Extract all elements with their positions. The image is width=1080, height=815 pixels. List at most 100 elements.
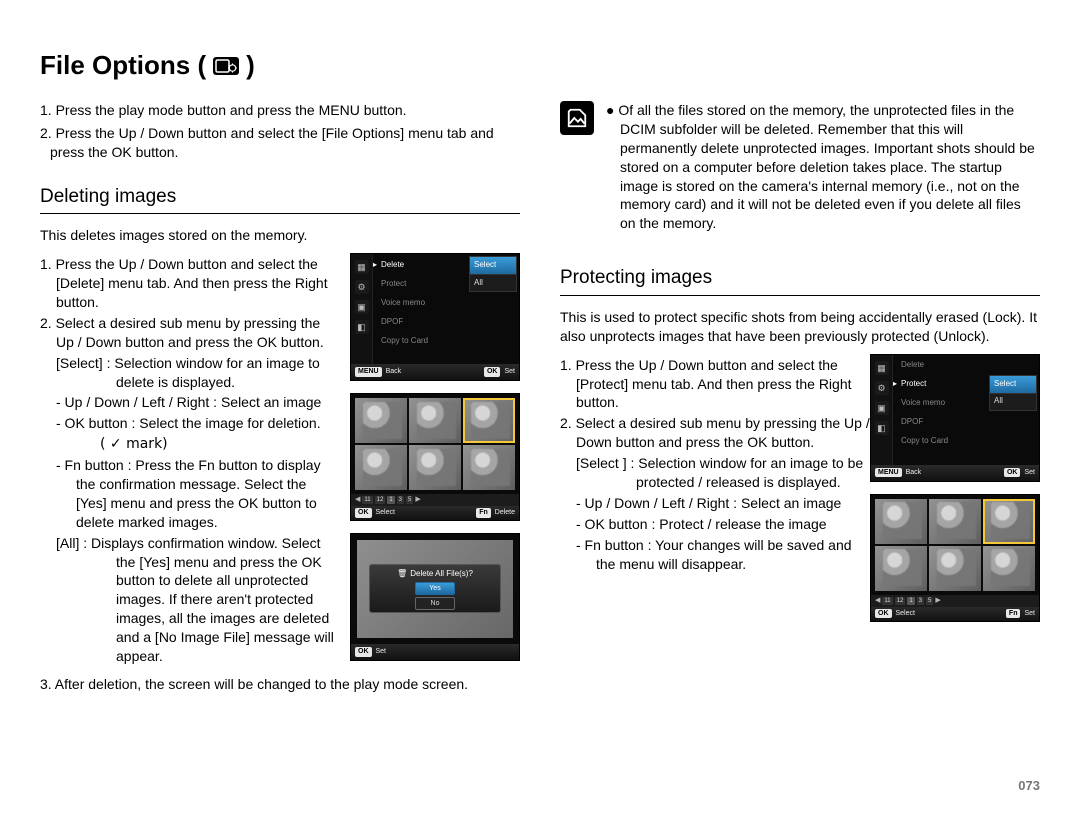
note-text: ● Of all the files stored on the memory,… [606, 101, 1040, 233]
bar-set-label: Set [376, 647, 387, 656]
del-step-3: 3. After deletion, the screen will be ch… [40, 675, 520, 694]
page: 5 [926, 597, 933, 605]
tab-icon: ▣ [875, 401, 889, 415]
menu-item-dpof: DPOF [375, 313, 517, 331]
prot-step-2: 2. Select a desired sub menu by pressing… [560, 414, 870, 452]
key-chip: OK [484, 367, 501, 376]
page: 3 [917, 597, 924, 605]
submenu-select: Select [989, 375, 1037, 393]
deleting-lead: This deletes images stored on the memory… [40, 226, 520, 245]
del-step-1: 1. Press the Up / Down button and select… [40, 255, 340, 312]
left-column: 1. Press the play mode button and press … [40, 101, 520, 696]
note-box: ● Of all the files stored on the memory,… [560, 101, 1040, 235]
bar-back-label: Back [386, 367, 402, 376]
prot-select-def: [Select ] : Selection window for an imag… [560, 454, 870, 492]
note-icon [560, 101, 594, 135]
tab-icon: ⚙ [355, 280, 369, 294]
page-current: 1 [907, 597, 914, 605]
prot-ok: - OK button : Protect / release the imag… [560, 515, 870, 534]
right-column: ● Of all the files stored on the memory,… [560, 101, 1040, 696]
menu-item-delete: Delete [895, 357, 1037, 375]
key-chip: OK [355, 647, 372, 656]
prot-fn: - Fn button : Your changes will be saved… [560, 536, 870, 574]
page: 5 [406, 496, 413, 504]
prot-step-1: 1. Press the Up / Down button and select… [560, 356, 870, 413]
bar-set-label: Set [504, 367, 515, 376]
key-chip: Fn [476, 508, 491, 517]
lcd-protect-select: ◀ 11 12 1 3 5 ▶ OK Select Fn Set [870, 494, 1040, 622]
section-rule [560, 295, 1040, 296]
del-select-def: [Select] : Selection window for an image… [40, 354, 340, 392]
del-ok-mark: ( ✓ mark) [40, 435, 340, 454]
thumb [875, 546, 927, 591]
protecting-heading: Protecting images [560, 265, 1040, 291]
del-step-2: 2. Select a desired sub menu by pressing… [40, 314, 340, 352]
del-ok: - OK button : Select the image for delet… [40, 414, 340, 433]
page: 3 [397, 496, 404, 504]
pager-left-icon: ◀ [355, 495, 360, 504]
title-close: ) [246, 50, 255, 81]
del-all: [All] : Displays confirmation window. Se… [40, 534, 340, 666]
bar-select-label: Select [376, 508, 395, 517]
prot-udlr: - Up / Down / Left / Right : Select an i… [560, 494, 870, 513]
thumb-selected [463, 398, 515, 443]
bar-delete-label: Delete [495, 508, 515, 517]
key-chip: OK [355, 508, 372, 517]
page-current: 1 [387, 496, 394, 504]
key-chip: OK [875, 609, 892, 618]
dialog-title: Delete All File(s)? [410, 569, 473, 580]
thumb [409, 445, 461, 490]
bar-select-label: Select [896, 609, 915, 618]
pager-right-icon: ▶ [935, 596, 940, 605]
menu-item-dpof: DPOF [895, 414, 1037, 432]
pager-left-icon: ◀ [875, 596, 880, 605]
key-chip: Fn [1006, 609, 1021, 618]
menu-item-copy: Copy to Card [375, 332, 517, 350]
key-chip: OK [1004, 468, 1021, 477]
key-chip: MENU [875, 468, 902, 477]
del-fn: - Fn button : Press the Fn button to dis… [40, 456, 340, 532]
submenu-all: All [469, 274, 517, 292]
page: 11 [362, 496, 372, 504]
intro-step-1: 1. Press the play mode button and press … [40, 101, 520, 120]
intro-step-2: 2. Press the Up / Down button and select… [40, 124, 520, 162]
del-udlr: - Up / Down / Left / Right : Select an i… [40, 393, 340, 412]
page: 11 [882, 597, 892, 605]
submenu-all: All [989, 393, 1037, 411]
lcd-protect-menu: ▦ ⚙ ▣ ◧ Delete ▸Protect Voice memo DPOF … [870, 354, 1040, 482]
dialog-yes: Yes [415, 582, 455, 595]
protecting-lead: This is used to protect specific shots f… [560, 308, 1040, 346]
bar-set-label: Set [1024, 468, 1035, 477]
bar-set-label: Set [1024, 609, 1035, 618]
page-number: 073 [1018, 778, 1040, 793]
thumb [355, 398, 407, 443]
lcd-delete-all: 🗑Delete All File(s)? Yes No OK Set [350, 533, 520, 661]
menu-item-copy: Copy to Card [895, 433, 1037, 451]
trash-icon: 🗑 [397, 569, 407, 580]
thumb [875, 499, 927, 544]
pager-right-icon: ▶ [415, 495, 420, 504]
tab-icon: ◧ [875, 421, 889, 435]
submenu-select: Select [469, 256, 517, 274]
thumb-selected [983, 499, 1035, 544]
lcd-delete-menu: ▦ ⚙ ▣ ◧ ▸Delete Protect Voice memo DPOF … [350, 253, 520, 381]
tab-icon: ▣ [355, 300, 369, 314]
title-text: File Options ( [40, 50, 206, 81]
key-chip: MENU [355, 367, 382, 376]
deleting-heading: Deleting images [40, 184, 520, 210]
page: 12 [895, 597, 906, 605]
file-options-icon [212, 56, 240, 76]
dialog-no: No [415, 597, 455, 610]
thumb [355, 445, 407, 490]
thumb [463, 445, 515, 490]
section-rule [40, 213, 520, 214]
tab-icon: ⚙ [875, 381, 889, 395]
tab-icon: ▦ [875, 361, 889, 375]
thumb [409, 398, 461, 443]
thumb [983, 546, 1035, 591]
thumb [929, 546, 981, 591]
thumb [929, 499, 981, 544]
tab-icon: ◧ [355, 320, 369, 334]
tab-icon: ▦ [355, 260, 369, 274]
bar-back-label: Back [906, 468, 922, 477]
